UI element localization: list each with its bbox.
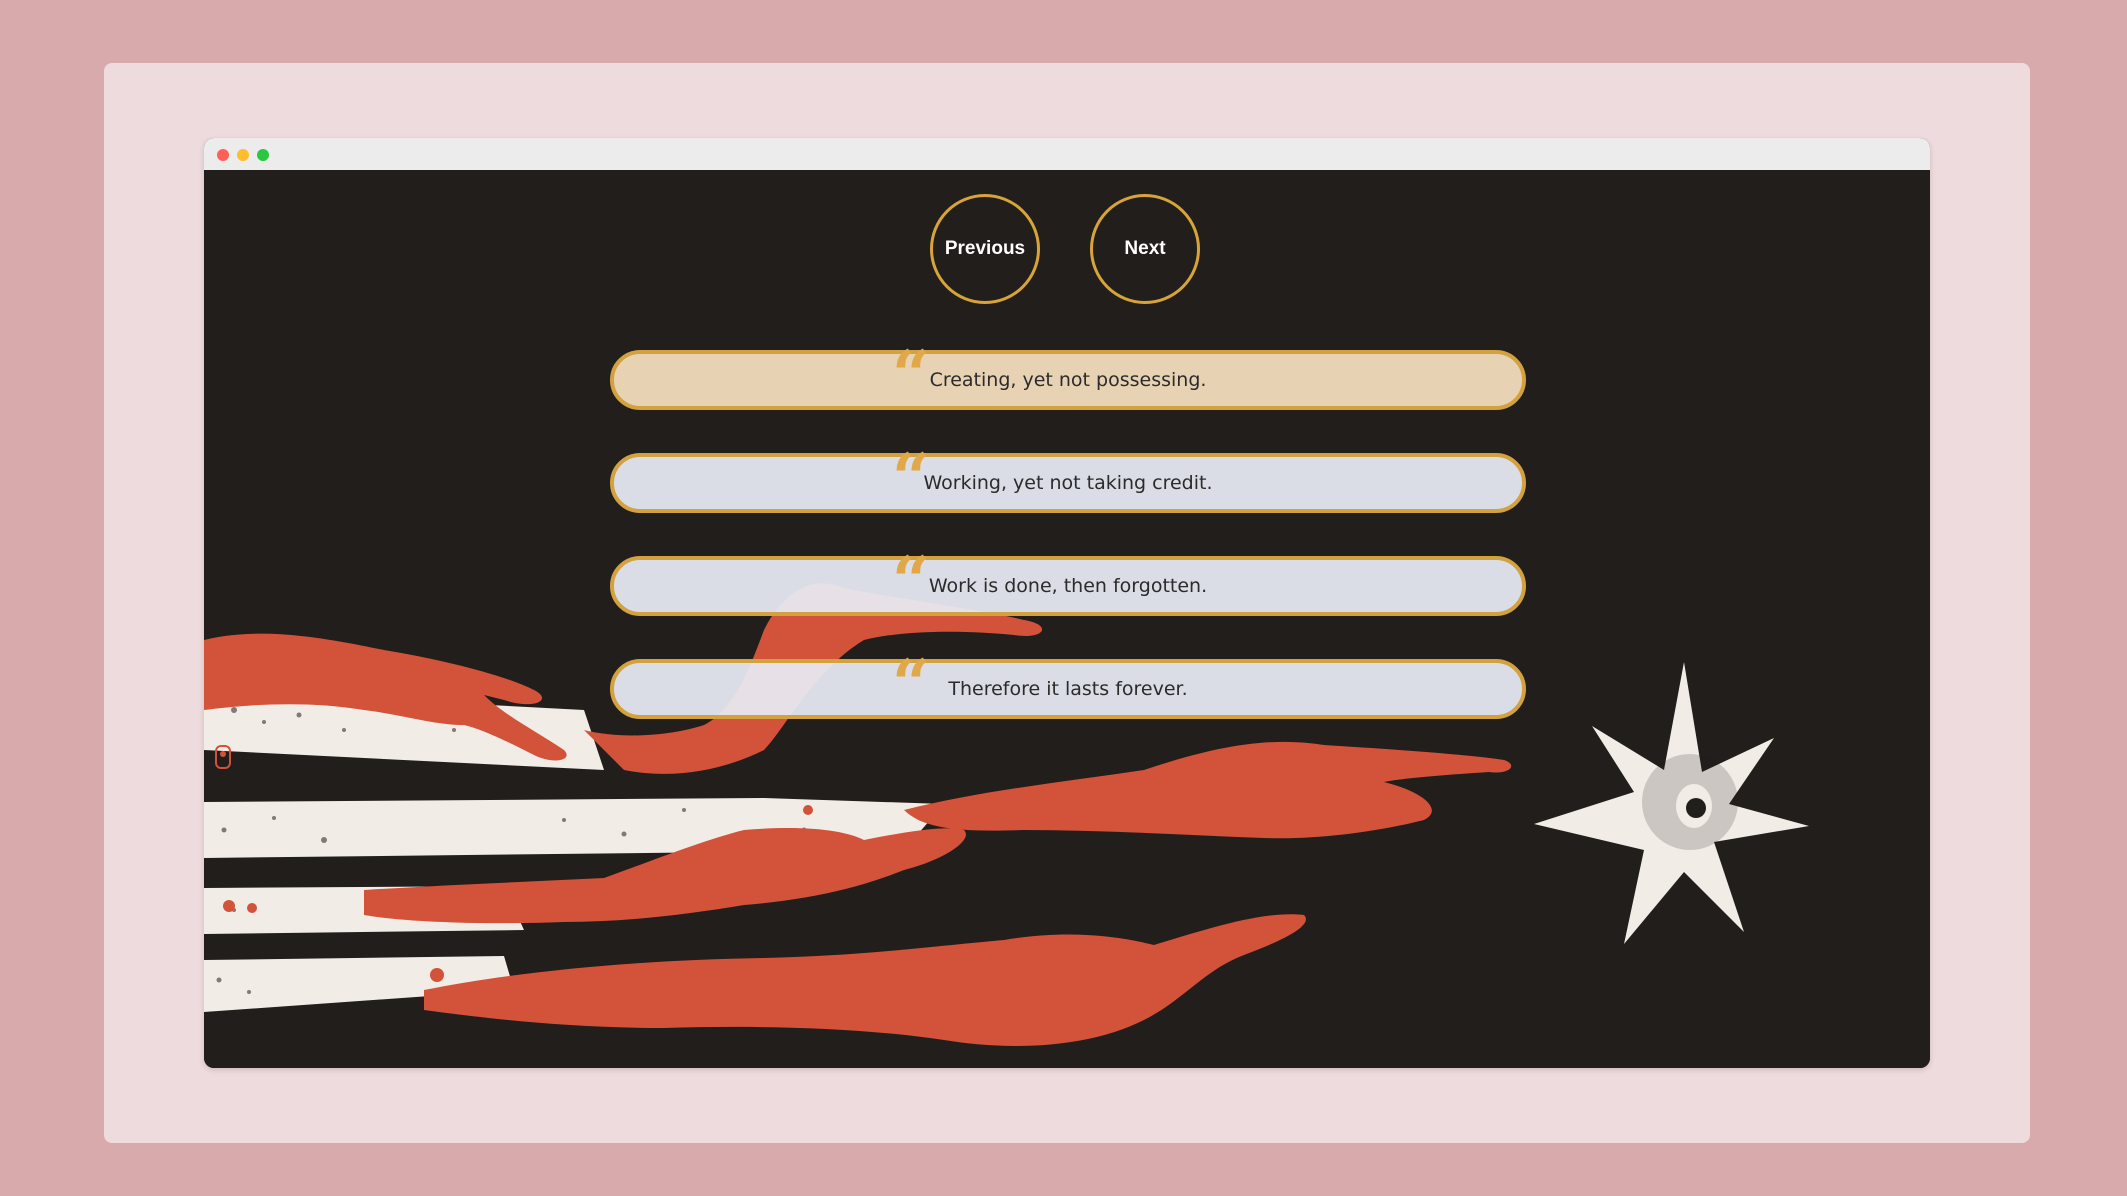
quote-item-3[interactable]: “ Work is done, then forgotten. [610, 548, 1526, 616]
next-button[interactable]: Next [1090, 194, 1200, 304]
red-hand-right [904, 741, 1512, 839]
quote-text: Working, yet not taking credit. [923, 472, 1213, 494]
browser-window: Previous Next “ Creating, yet not posses… [204, 138, 1930, 1068]
quote-item-1[interactable]: “ Creating, yet not possessing. [610, 342, 1526, 410]
quote-text: Therefore it lasts forever. [948, 678, 1188, 700]
quote-item-2[interactable]: “ Working, yet not taking credit. [610, 445, 1526, 513]
browser-titlebar [204, 138, 1930, 170]
stage: Previous Next “ Creating, yet not posses… [204, 170, 1930, 1068]
maximize-dot-icon[interactable] [257, 149, 269, 161]
quote-mark-icon: “ [892, 336, 930, 414]
hands-illustration [204, 583, 1809, 1046]
quote-text: Creating, yet not possessing. [929, 369, 1207, 391]
star-shape [1534, 662, 1809, 944]
red-hand-bottom [424, 914, 1306, 1046]
close-dot-icon[interactable] [217, 149, 229, 161]
previous-button[interactable]: Previous [930, 194, 1040, 304]
quote-mark-icon: “ [892, 542, 930, 620]
quote-item-4[interactable]: “ Therefore it lasts forever. [610, 651, 1526, 719]
quote-text: Work is done, then forgotten. [928, 575, 1208, 597]
quote-mark-icon: “ [892, 645, 930, 723]
minimize-dot-icon[interactable] [237, 149, 249, 161]
